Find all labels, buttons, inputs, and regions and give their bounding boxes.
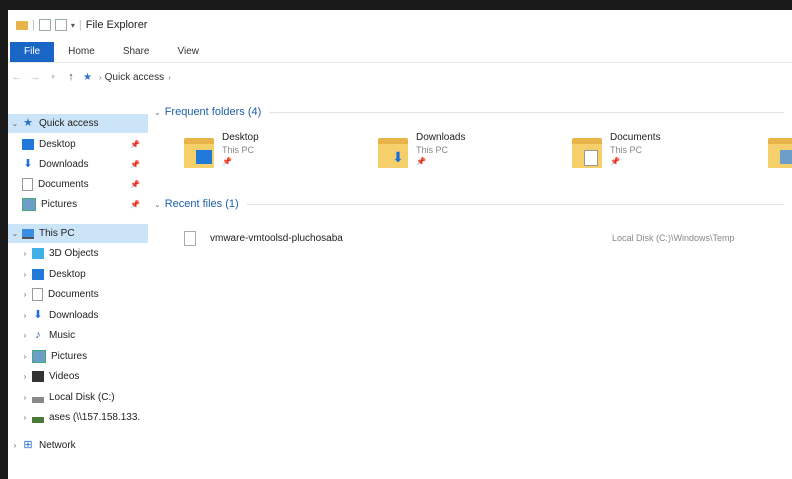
folder-tile-documents[interactable]: Documents This PC 📌: [572, 132, 752, 182]
folder-icon: [16, 20, 28, 30]
nav-item-downloads[interactable]: ⬇ Downloads 📌: [22, 155, 162, 174]
expand-chevron-icon[interactable]: ›: [18, 290, 32, 299]
network-icon: ⊞: [23, 439, 33, 451]
video-icon: [32, 371, 44, 382]
pin-icon: 📌: [610, 157, 620, 166]
cube-icon: [32, 248, 44, 259]
nav-item-network-drive[interactable]: › ases (\\157.158.133.: [8, 408, 141, 427]
nav-item-local-disk[interactable]: › Local Disk (C:): [8, 388, 115, 407]
folder-tile-pictures-partial[interactable]: [768, 132, 792, 182]
title-bar: | ▾ | File Explorer: [8, 10, 792, 40]
nav-item-pictures[interactable]: Pictures 📌: [22, 195, 162, 214]
chevron-right-icon[interactable]: ›: [168, 73, 171, 82]
nav-item-videos[interactable]: › Videos: [8, 367, 79, 386]
pin-icon: 📌: [130, 140, 140, 149]
drive-icon: [32, 396, 44, 403]
download-arrow-icon: ⬇: [392, 149, 404, 165]
folder-icon: [572, 136, 602, 168]
folder-icon: [184, 136, 214, 168]
expand-chevron-icon[interactable]: ›: [18, 311, 32, 320]
address-bar: ← → ▾ ↑ ★ › Quick access ›: [8, 66, 792, 88]
nav-item-pc-documents[interactable]: › Documents: [8, 285, 99, 304]
folder-tile-desktop[interactable]: Desktop This PC 📌: [184, 132, 364, 182]
file-icon: [184, 230, 196, 246]
document-icon: [32, 288, 43, 301]
nav-item-pc-pictures[interactable]: › Pictures: [8, 347, 87, 366]
expand-chevron-icon[interactable]: ›: [18, 352, 32, 361]
navigation-pane: ⌄ ★ Quick access Desktop 📌 ⬇ Downloads 📌…: [8, 104, 150, 479]
nav-item-network[interactable]: › ⊞ Network: [8, 436, 76, 455]
desktop-icon: [32, 269, 44, 280]
pin-icon: 📌: [130, 180, 140, 189]
tab-view[interactable]: View: [164, 42, 214, 62]
music-note-icon: ♪: [35, 329, 41, 341]
frequent-folders-header[interactable]: ⌄ Frequent folders (4): [154, 106, 784, 118]
new-folder-icon[interactable]: [54, 19, 67, 31]
expand-chevron-icon[interactable]: ›: [18, 372, 32, 381]
nav-item-documents[interactable]: Documents 📌: [22, 175, 162, 194]
expand-chevron-icon[interactable]: ›: [8, 441, 22, 450]
nav-item-this-pc[interactable]: ⌄ This PC: [8, 224, 148, 243]
file-name: vmware-vmtoolsd-pluchosaba: [210, 232, 343, 244]
recent-locations-chevron-icon[interactable]: ▾: [44, 73, 62, 81]
pin-icon: 📌: [130, 160, 140, 169]
collapse-chevron-icon[interactable]: ⌄: [8, 229, 22, 238]
desktop-icon: [22, 139, 34, 150]
properties-icon[interactable]: [38, 19, 51, 31]
list-item[interactable]: vmware-vmtoolsd-pluchosaba Local Disk (C…: [184, 228, 784, 248]
nav-item-music[interactable]: › ♪ Music: [8, 326, 75, 345]
expand-chevron-icon[interactable]: ›: [18, 270, 32, 279]
nav-item-desktop[interactable]: Desktop 📌: [22, 135, 162, 154]
nav-item-pc-downloads[interactable]: › ⬇ Downloads: [8, 306, 99, 325]
chevron-down-icon[interactable]: ▾: [71, 21, 75, 30]
breadcrumb-quick-access[interactable]: Quick access: [105, 72, 164, 83]
folder-icon: ⬇: [378, 136, 408, 168]
pictures-icon: [780, 150, 792, 164]
file-explorer-window: | ▾ | File Explorer File Home Share View…: [8, 10, 792, 479]
content-pane: ⌄ Frequent folders (4) Desktop This PC 📌…: [154, 100, 792, 479]
pin-icon: 📌: [222, 157, 232, 166]
network-drive-icon: [32, 416, 44, 423]
recent-files-header[interactable]: ⌄ Recent files (1): [154, 198, 784, 210]
nav-item-3d-objects[interactable]: › 3D Objects: [8, 244, 98, 263]
window-title: File Explorer: [85, 19, 148, 31]
download-arrow-icon: ⬇: [33, 309, 43, 321]
expand-chevron-icon[interactable]: ›: [18, 413, 32, 422]
ribbon-tabs: File Home Share View: [8, 40, 792, 63]
star-icon: ★: [23, 117, 33, 129]
star-icon: ★: [83, 71, 92, 83]
folder-tile-downloads[interactable]: ⬇ Downloads This PC 📌: [378, 132, 558, 182]
tab-file[interactable]: File: [10, 42, 55, 62]
nav-item-quick-access[interactable]: ⌄ ★ Quick access: [8, 114, 148, 133]
document-icon: [584, 150, 598, 166]
forward-arrow-icon[interactable]: →: [26, 71, 44, 83]
folder-icon: [768, 136, 792, 168]
tab-home[interactable]: Home: [54, 42, 109, 62]
pin-icon: 📌: [130, 200, 140, 209]
computer-icon: [22, 228, 34, 239]
up-arrow-icon[interactable]: ↑: [62, 71, 80, 83]
file-location: Local Disk (C:)\Windows\Temp: [612, 233, 735, 243]
document-icon: [22, 178, 33, 191]
collapse-chevron-icon[interactable]: ⌄: [154, 200, 161, 209]
breadcrumb-separator-icon[interactable]: ›: [99, 73, 102, 82]
quick-access-toolbar: | ▾ |: [16, 19, 82, 31]
collapse-chevron-icon[interactable]: ⌄: [8, 119, 22, 128]
download-arrow-icon: ⬇: [23, 158, 33, 170]
pictures-icon: [32, 350, 46, 363]
expand-chevron-icon[interactable]: ›: [18, 331, 32, 340]
nav-item-pc-desktop[interactable]: › Desktop: [8, 265, 86, 284]
collapse-chevron-icon[interactable]: ⌄: [154, 108, 161, 117]
pictures-icon: [22, 198, 36, 211]
back-arrow-icon[interactable]: ←: [8, 71, 26, 83]
expand-chevron-icon[interactable]: ›: [18, 393, 32, 402]
expand-chevron-icon[interactable]: ›: [18, 249, 32, 258]
pin-icon: 📌: [416, 157, 426, 166]
tab-share[interactable]: Share: [109, 42, 164, 62]
